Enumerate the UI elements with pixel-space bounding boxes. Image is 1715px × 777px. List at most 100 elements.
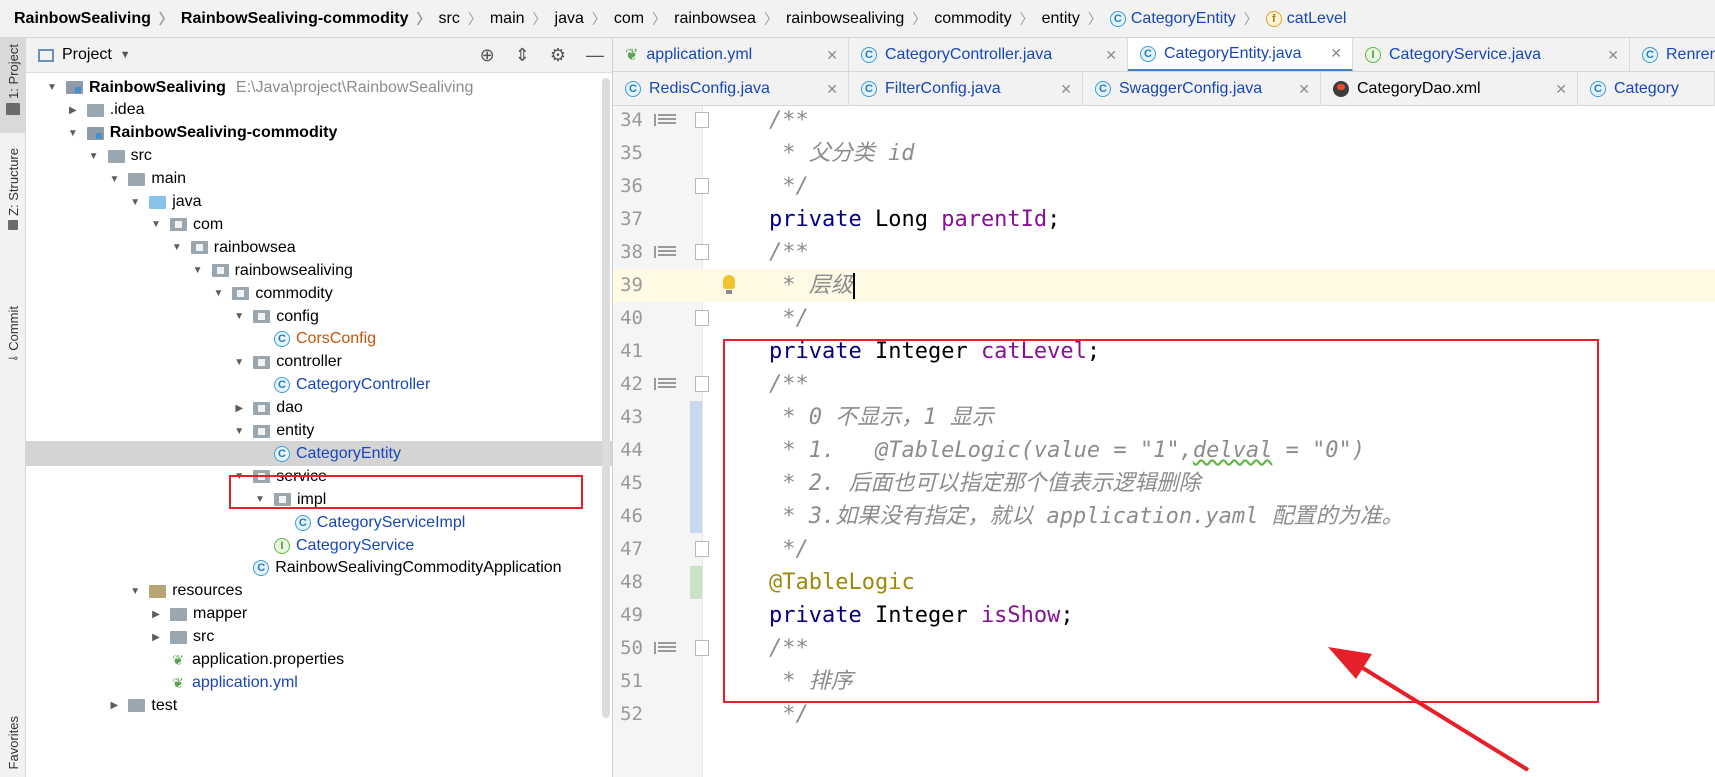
close-icon[interactable]: ✕ [1060, 81, 1072, 98]
doc-comment-icon[interactable] [654, 246, 676, 258]
fold-marker-icon[interactable] [695, 640, 709, 656]
gear-icon[interactable]: ⚙ [550, 45, 566, 66]
tree-row[interactable]: ▼ rainbowsealiving [26, 258, 612, 283]
doc-comment-icon[interactable] [654, 114, 676, 126]
fold-marker-icon[interactable] [695, 112, 709, 128]
breadcrumb-item[interactable]: rainbowsea 〉 [674, 9, 786, 29]
editor-tab[interactable]: C CategoryEntity.java ✕ [1128, 38, 1353, 71]
expand-right-icon[interactable]: ▶ [150, 632, 162, 643]
tree-row[interactable]: ▶ICategoryService [26, 533, 612, 558]
tree-row[interactable]: ▶❦application.properties [26, 648, 612, 673]
expand-right-icon[interactable]: ▶ [108, 700, 120, 711]
code-line[interactable]: 38 /** [613, 236, 1715, 269]
fold-marker-icon[interactable] [695, 310, 709, 326]
tree-row[interactable]: ▶CCorsConfig [26, 327, 612, 352]
expand-down-icon[interactable]: ▼ [129, 197, 141, 208]
code-line[interactable]: 35 * 父分类 id [613, 137, 1715, 170]
project-scrollbar[interactable] [602, 78, 610, 718]
tree-row[interactable]: ▼ main [26, 167, 612, 192]
tree-row[interactable]: ▶ mapper [26, 602, 612, 627]
expand-down-icon[interactable]: ▼ [192, 265, 204, 276]
tree-row[interactable]: ▼ config [26, 304, 612, 329]
expand-down-icon[interactable]: ▼ [171, 242, 183, 253]
tree-row[interactable]: ▼ RainbowSealiving E:\Java\project\Rainbow… [26, 75, 612, 100]
expand-down-icon[interactable]: ▼ [67, 128, 79, 139]
doc-comment-icon[interactable] [654, 642, 676, 654]
tree-row[interactable]: ▶CCategoryServiceImpl [26, 510, 612, 535]
code-line[interactable]: 37 private Long parentId; [613, 203, 1715, 236]
expand-down-icon[interactable]: ▼ [233, 426, 245, 437]
editor-tab[interactable]: C Renren [1630, 38, 1715, 71]
expand-right-icon[interactable]: ▶ [67, 105, 79, 116]
close-icon[interactable]: ✕ [1298, 81, 1310, 98]
tree-row[interactable]: ▼ RainbowSealiving-commodity [26, 121, 612, 146]
fold-marker-icon[interactable] [695, 178, 709, 194]
chevron-down-icon[interactable]: ▼ [120, 49, 131, 61]
tree-row[interactable]: ▼ commodity [26, 281, 612, 306]
breadcrumb-item[interactable]: com 〉 [614, 9, 674, 29]
expand-down-icon[interactable]: ▼ [150, 219, 162, 230]
hide-icon[interactable]: — [586, 45, 604, 66]
lightbulb-icon[interactable] [723, 275, 735, 294]
close-icon[interactable]: ✕ [1330, 45, 1342, 62]
expand-down-icon[interactable]: ▼ [212, 288, 224, 299]
expand-right-icon[interactable]: ▶ [233, 403, 245, 414]
collapse-all-icon[interactable]: ⇕ [515, 45, 530, 66]
expand-down-icon[interactable]: ▼ [233, 311, 245, 322]
fold-marker-icon[interactable] [695, 376, 709, 392]
editor-tab[interactable]: C Category [1578, 72, 1715, 105]
expand-down-icon[interactable]: ▼ [129, 586, 141, 597]
tree-row[interactable]: ▶ .idea [26, 98, 612, 123]
editor-tab[interactable]: ❦ application.yml ✕ [613, 38, 849, 71]
expand-down-icon[interactable]: ▼ [88, 151, 100, 162]
tree-row[interactable]: ▼ controller [26, 350, 612, 375]
editor-tab[interactable]: CategoryDao.xml ✕ [1321, 72, 1578, 105]
tree-row[interactable]: ▶❦application.yml [26, 670, 612, 695]
tree-row[interactable]: ▼ resources [26, 579, 612, 604]
editor-tab[interactable]: C CategoryController.java ✕ [849, 38, 1128, 71]
commit-tool-tab[interactable]: Commit ⊸ [0, 306, 26, 386]
tree-row[interactable]: ▼ entity [26, 419, 612, 444]
tree-row[interactable]: ▶CRainbowSealivingCommodityApplication [26, 556, 612, 581]
close-icon[interactable]: ✕ [1555, 81, 1567, 98]
doc-comment-icon[interactable] [654, 378, 676, 390]
project-tool-tab[interactable]: 1: Project [0, 38, 26, 133]
breadcrumb-item[interactable]: f catLevel [1265, 10, 1346, 28]
breadcrumb-item[interactable]: commodity 〉 [934, 9, 1041, 29]
project-panel-title[interactable]: Project [62, 46, 112, 64]
fold-marker-icon[interactable] [695, 541, 709, 557]
close-icon[interactable]: ✕ [826, 47, 838, 64]
tree-row[interactable]: ▼ com [26, 212, 612, 237]
breadcrumb-item[interactable]: rainbowsealiving 〉 [786, 9, 934, 29]
editor-tab[interactable]: C SwaggerConfig.java ✕ [1083, 72, 1321, 105]
close-icon[interactable]: ✕ [1607, 47, 1619, 64]
close-icon[interactable]: ✕ [1105, 47, 1117, 64]
editor-tab[interactable]: C FilterConfig.java ✕ [849, 72, 1083, 105]
structure-tool-tab[interactable]: Z: Structure [0, 148, 26, 288]
editor-tab[interactable]: C RedisConfig.java ✕ [613, 72, 849, 105]
code-line[interactable]: 36 */ [613, 170, 1715, 203]
expand-down-icon[interactable]: ▼ [46, 82, 58, 93]
locate-icon[interactable]: ⊕ [480, 45, 495, 66]
editor-tab[interactable]: I CategoryService.java ✕ [1353, 38, 1630, 71]
breadcrumb-item[interactable]: RainbowSealiving-commodity 〉 [181, 9, 439, 29]
expand-right-icon[interactable]: ▶ [150, 609, 162, 620]
tree-row[interactable]: ▶ src [26, 625, 612, 650]
code-line[interactable]: 39 * 层级 [613, 269, 1715, 302]
tree-row[interactable]: ▶ dao [26, 396, 612, 421]
breadcrumb-item[interactable]: entity 〉 [1042, 9, 1110, 29]
fold-marker-icon[interactable] [695, 244, 709, 260]
tree-row[interactable]: ▼ rainbowsea [26, 235, 612, 260]
breadcrumb-item[interactable]: java 〉 [555, 9, 614, 29]
breadcrumb-item[interactable]: RainbowSealiving 〉 [14, 9, 181, 29]
code-line[interactable]: 40 */ [613, 302, 1715, 335]
tree-row[interactable]: ▶CCategoryController [26, 373, 612, 398]
tree-row[interactable]: ▶CCategoryEntity [26, 441, 612, 467]
tree-row[interactable]: ▼ java [26, 190, 612, 215]
breadcrumb-item[interactable]: src 〉 [439, 9, 490, 29]
tree-row[interactable]: ▼ src [26, 144, 612, 169]
breadcrumb-item[interactable]: main 〉 [490, 9, 555, 29]
breadcrumb-item[interactable]: C CategoryEntity 〉 [1109, 9, 1266, 29]
expand-down-icon[interactable]: ▼ [108, 174, 120, 185]
close-icon[interactable]: ✕ [826, 81, 838, 98]
